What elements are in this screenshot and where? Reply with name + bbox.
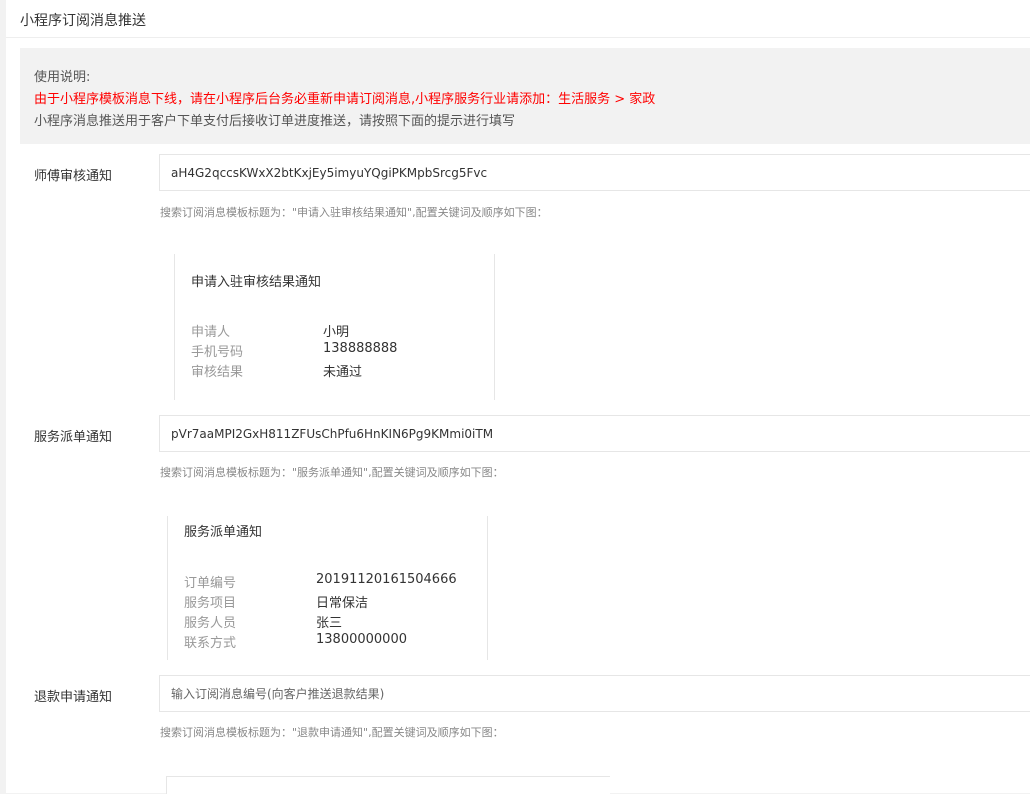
service-dispatch-hint: 搜索订阅消息模板标题为："服务派单通知",配置关键词及顺序如下图：	[160, 466, 504, 479]
master-review-template-card: 申请入驻审核结果通知 申请人 小明 手机号码 138888888 审核结果 未通…	[174, 254, 495, 400]
card-field-value: 未通过	[323, 365, 363, 380]
master-review-hint: 搜索订阅消息模板标题为："申请入驻审核结果通知",配置关键词及顺序如下图：	[160, 206, 548, 219]
card-field-key: 订单编号	[184, 576, 237, 591]
card-field-key: 服务项目	[184, 596, 237, 611]
card-field-value: 日常保洁	[316, 596, 369, 611]
card-field-key: 服务人员	[184, 616, 237, 631]
card-field-key: 申请人	[191, 325, 231, 340]
usage-notice: 使用说明: 由于小程序模板消息下线，请在小程序后台务必重新申请订阅消息,小程序服…	[20, 48, 1030, 144]
card-field-value: 138888888	[323, 341, 398, 356]
notice-description: 小程序消息推送用于客户下单支付后接收订单进度推送，请按照下面的提示进行填写	[34, 114, 516, 129]
card-field-value: 20191120161504666	[316, 572, 457, 587]
card-field-key: 联系方式	[184, 636, 237, 651]
card-field-value: 张三	[316, 616, 343, 631]
refund-request-label: 退款申请通知	[34, 690, 113, 705]
page-header: 小程序订阅消息推送	[6, 0, 1030, 38]
master-review-template-id-input[interactable]	[159, 154, 1030, 191]
refund-request-hint: 搜索订阅消息模板标题为："退款申请通知",配置关键词及顺序如下图：	[160, 726, 504, 739]
card-field-value: 13800000000	[316, 632, 407, 647]
card-title: 服务派单通知	[184, 525, 263, 540]
notice-heading: 使用说明:	[34, 70, 91, 85]
notice-warning: 由于小程序模板消息下线，请在小程序后台务必重新申请订阅消息,小程序服务行业请添加…	[34, 92, 656, 107]
card-field-key: 手机号码	[191, 345, 244, 360]
page-title: 小程序订阅消息推送	[20, 13, 146, 29]
service-dispatch-template-id-input[interactable]	[159, 415, 1030, 452]
refund-request-template-id-input[interactable]	[159, 675, 1030, 712]
master-review-label: 师傅审核通知	[34, 169, 113, 184]
card-title: 申请入驻审核结果通知	[191, 275, 322, 290]
service-dispatch-template-card: 服务派单通知 订单编号 20191120161504666 服务项目 日常保洁 …	[167, 516, 488, 660]
card-field-key: 审核结果	[191, 365, 244, 380]
card-field-value: 小明	[323, 325, 350, 340]
refund-request-template-card	[166, 776, 610, 794]
service-dispatch-label: 服务派单通知	[34, 430, 113, 445]
page: 小程序订阅消息推送 使用说明: 由于小程序模板消息下线，请在小程序后台务必重新申…	[6, 0, 1030, 794]
